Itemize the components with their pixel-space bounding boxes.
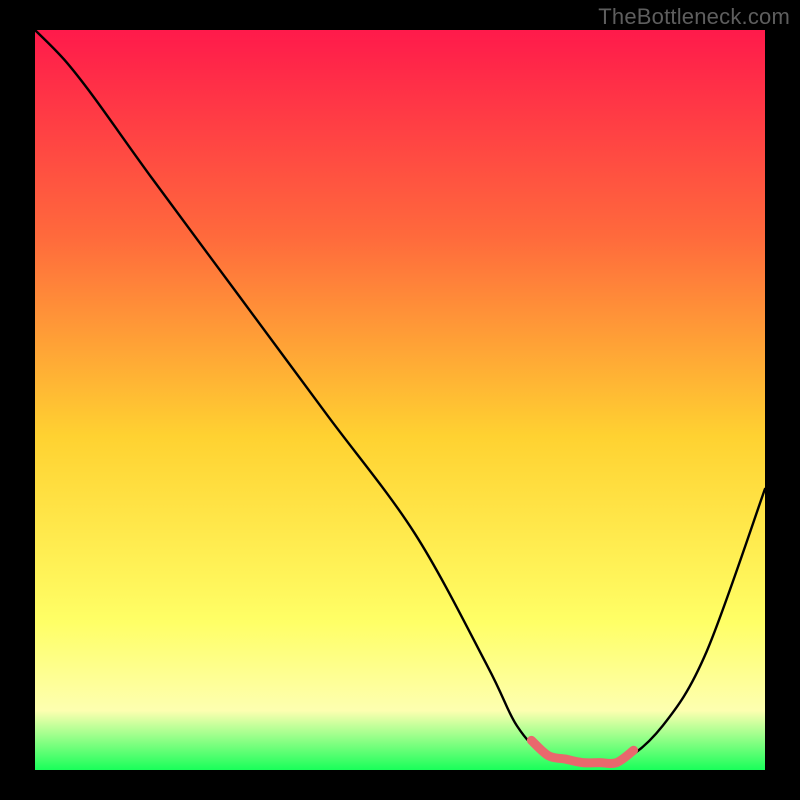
chart-svg <box>35 30 765 770</box>
chart-frame: TheBottleneck.com <box>0 0 800 800</box>
watermark-text: TheBottleneck.com <box>598 4 790 30</box>
plot-area <box>35 30 765 770</box>
gradient-background <box>35 30 765 770</box>
